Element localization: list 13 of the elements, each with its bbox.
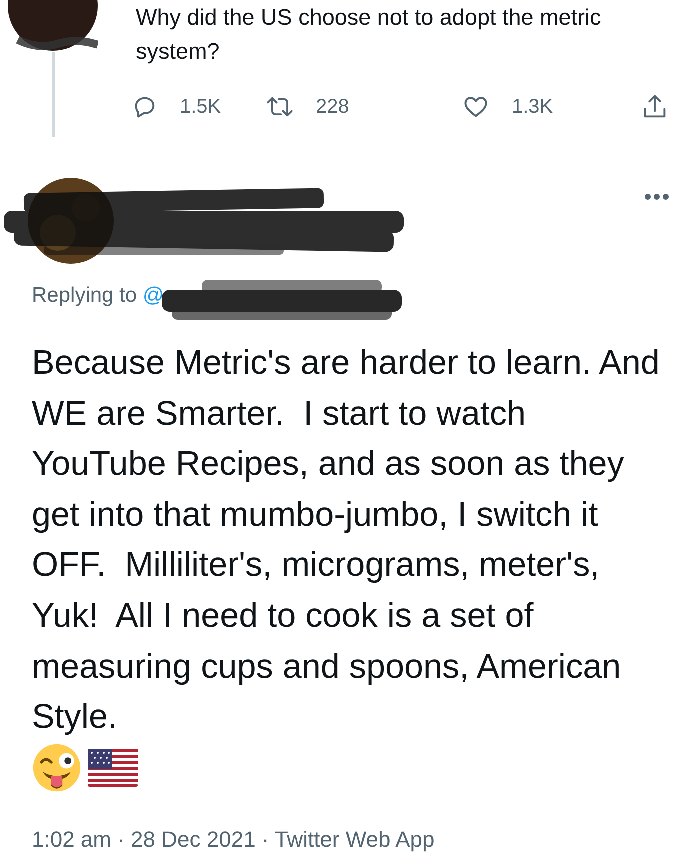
us-flag-icon bbox=[88, 748, 138, 787]
count-label: 228 bbox=[316, 96, 350, 118]
count-label: 1.3K bbox=[512, 96, 554, 118]
winking-face-emoji-icon bbox=[32, 742, 82, 793]
tweet-text: Why did the US choose not to adopt the metric system? bbox=[136, 4, 602, 66]
timestamp: 1:02 am · 28 Dec 2021 · Twitter Web App bbox=[32, 826, 436, 853]
tweet-text: Because Metric's are harder to learn. And WE are Smarter. I start to watch YouTube Recipes, and as soon as they get into that mumbo-jumbo, I switch it OFF. Milliliter's, micrograms, meter's, Yuk! All I need to cook is a set of measuring cups and spoons, American Style. bbox=[32, 343, 661, 738]
count-label: 1.5K bbox=[180, 96, 222, 118]
redacted-avatar[interactable] bbox=[8, 0, 98, 52]
more-options-icon[interactable] bbox=[644, 193, 670, 201]
heart-icon[interactable] bbox=[462, 94, 490, 120]
replying-to-text: Replying to @ bbox=[32, 284, 164, 309]
handle-link[interactable]: @ bbox=[142, 284, 164, 307]
